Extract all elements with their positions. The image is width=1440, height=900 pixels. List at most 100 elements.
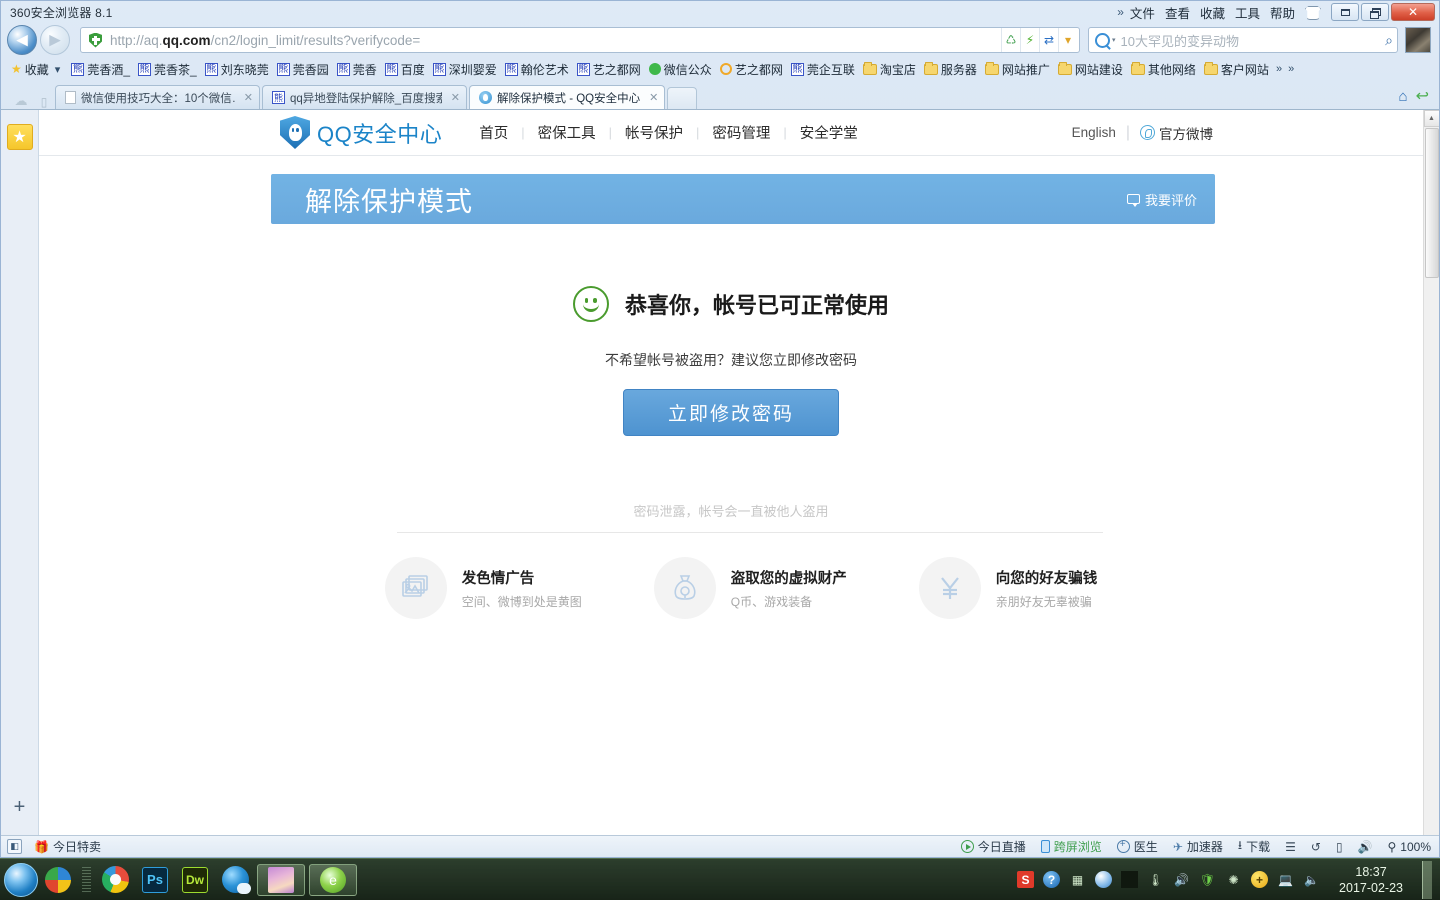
tab-close-icon[interactable]: ✕ [244,91,253,104]
collapse-sidebar-button[interactable]: ◧ [7,839,22,854]
cloud-icon[interactable]: ☁ [9,93,33,109]
expand-icon[interactable]: ▦ [1069,871,1086,888]
fan-icon[interactable]: ✺ [1225,871,1242,888]
address-bar[interactable]: http://aq.qq.com/cn2/login_limit/results… [80,27,1080,53]
bookmark-folder[interactable]: 客户网站 [1200,61,1273,78]
page-scrollbar[interactable]: ▲ [1423,110,1439,835]
bookmark-item[interactable]: 熊莞香 [333,61,381,78]
language-link-english[interactable]: English [1072,125,1116,140]
bookmark-folder[interactable]: 网站建设 [1054,61,1127,78]
quicklaunch-dreamweaver[interactable]: Dw [175,863,215,897]
plus-yellow-icon[interactable]: + [1251,871,1268,888]
tab-close-icon[interactable]: ✕ [649,91,658,104]
lightning-icon[interactable]: ⚡ [1020,28,1039,52]
network-icon[interactable]: 💻 [1277,871,1294,888]
menu-item-tools[interactable]: 工具 [1235,3,1260,22]
bookmark-item[interactable]: 熊莞香园 [273,61,333,78]
favorites-caret-icon[interactable]: ▾ [52,63,64,76]
taskbar-task-game[interactable] [257,864,305,896]
taskbar-clock[interactable]: 18:37 2017-02-23 [1329,864,1409,896]
tab-wechat-tips[interactable]: 微信使用技巧大全：10个微信… ✕ [55,85,260,109]
speaker-red-icon[interactable]: 🔊 [1173,871,1190,888]
zoom-control[interactable]: ⚲ 100% [1388,840,1432,854]
compat-icon[interactable]: ⇄ [1039,28,1058,52]
search-magnifier-icon[interactable]: ⌕ [1385,32,1393,49]
bookmark-item[interactable]: 熊莞企互联 [787,61,859,78]
bookmark-item[interactable]: 艺之都网 [716,61,787,78]
quicklaunch-photoshop[interactable]: Ps [135,863,175,897]
bookmark-item[interactable]: 熊莞香茶_ [134,61,201,78]
bookmark-item[interactable]: 熊深圳婴爱 [429,61,501,78]
add-panel-icon[interactable]: + [14,796,26,819]
help-icon[interactable]: ? [1043,871,1060,888]
taskbar-task-360-browser[interactable]: e [309,864,357,896]
site-logo[interactable]: QQ安全中心 [280,116,442,149]
undo-icon[interactable]: ↩ [1416,86,1429,106]
show-desktop-button[interactable] [1422,861,1432,899]
search-box[interactable]: ▾ 10大罕见的变异动物 ⌕ [1088,27,1398,53]
change-password-button[interactable]: 立即修改密码 [623,389,839,436]
status-cross-screen[interactable]: 跨屏浏览 [1041,838,1102,855]
search-engine-caret-icon[interactable]: ▾ [1112,36,1116,44]
shield-green-icon[interactable]: 🛡 [1199,871,1216,888]
volume-icon[interactable]: 🔈 [1303,871,1320,888]
tab-close-icon[interactable]: ✕ [451,91,460,104]
bookmark-item[interactable]: 熊莞香酒_ [67,61,134,78]
bookmarks-overflow-icon-2[interactable]: » [1285,63,1297,75]
menu-item-view[interactable]: 查看 [1165,3,1190,22]
status-today-deals[interactable]: 🎁 今日特卖 [34,838,101,855]
chevron-down-icon[interactable]: ▾ [1058,28,1077,52]
bookmark-folder[interactable]: 其他网络 [1127,61,1200,78]
search-engine-icon[interactable] [1095,33,1110,48]
quicklaunch-qq-browser[interactable] [215,863,255,897]
sidebar-icon[interactable]: ▯ [33,95,55,109]
favorites-star-icon[interactable]: ★ [7,124,33,150]
volume-icon[interactable]: 🔊 [1358,840,1373,854]
bookmark-item[interactable]: 熊艺之都网 [573,61,645,78]
quicklaunch-msn[interactable] [38,863,78,897]
bookmark-item[interactable]: 熊刘东晓莞 [201,61,273,78]
thermometer-icon[interactable]: 🌡 [1147,871,1164,888]
status-live-today[interactable]: 今日直播 [961,838,1026,855]
restore-button[interactable] [1361,3,1389,21]
bookmark-folder[interactable]: 服务器 [920,61,981,78]
status-download[interactable]: ⭳ 下载 [1238,836,1270,857]
nav-item-security-tools[interactable]: 密保工具 [525,122,609,143]
menu-item-file[interactable]: 文件 [1130,3,1155,22]
dark-icon[interactable] [1121,871,1138,888]
minimize-button[interactable] [1331,3,1359,21]
bookmark-favorites[interactable]: ★ 收藏 ▾ [7,61,67,78]
tab-baidu-search[interactable]: 熊 qq异地登陆保护解除_百度搜索 ✕ [262,85,467,109]
menu-item-help[interactable]: 帮助 [1270,3,1295,22]
weather-icon[interactable] [1095,871,1112,888]
status-doctor[interactable]: 医生 [1117,838,1158,855]
nav-item-account-protection[interactable]: 帐号保护 [612,122,696,143]
quicklaunch-chrome[interactable] [95,863,135,897]
bookmark-folder[interactable]: 淘宝店 [859,61,920,78]
scroll-up-button[interactable]: ▲ [1424,110,1440,127]
new-tab-button[interactable] [667,87,697,109]
bookmarks-overflow-icon[interactable]: » [1273,63,1285,75]
scrollbar-thumb[interactable] [1425,128,1439,278]
forward-button[interactable]: ▶ [40,25,70,55]
menu-item-favorites[interactable]: 收藏 [1200,3,1225,22]
status-accelerator[interactable]: ✈ 加速器 [1173,838,1223,855]
bookmark-item[interactable]: 微信公众 [645,61,716,78]
sync-icon[interactable]: ↺ [1311,840,1321,854]
bookmark-folder[interactable]: 网站推广 [981,61,1054,78]
start-button[interactable] [4,863,38,897]
clipboard-icon[interactable]: ▯ [1336,840,1343,854]
rate-button[interactable]: 我要评价 [1127,190,1197,209]
sogou-input-icon[interactable]: S [1017,871,1034,888]
skin-icon[interactable] [1303,4,1321,20]
bookmark-item[interactable]: 熊翰伦艺术 [501,61,573,78]
titlebar-overflow-icon[interactable]: » [1117,5,1124,19]
user-avatar[interactable] [1405,27,1431,53]
notes-icon[interactable]: ☰ [1285,840,1296,854]
home-icon[interactable]: ⌂ [1399,88,1408,105]
official-weibo-link[interactable]: 官方微博 [1140,123,1213,143]
close-button[interactable]: ✕ [1391,3,1435,21]
bookmark-item[interactable]: 熊百度 [381,61,429,78]
nav-item-security-school[interactable]: 安全学堂 [787,122,871,143]
tab-qq-security[interactable]: 解除保护模式 - QQ安全中心 ✕ [469,85,665,109]
